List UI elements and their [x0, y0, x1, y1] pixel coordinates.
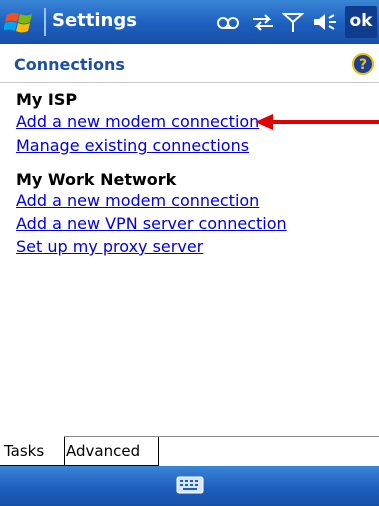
title-bar: Settings ok: [0, 0, 379, 44]
voicemail-icon[interactable]: [216, 12, 246, 32]
signal-icon[interactable]: [282, 12, 304, 32]
group-heading-my-work-network: My Work Network: [16, 170, 177, 189]
link-add-modem-connection-work[interactable]: Add a new modem connection: [16, 191, 259, 210]
link-add-modem-connection-isp[interactable]: Add a new modem connection: [16, 112, 259, 131]
link-manage-existing-connections[interactable]: Manage existing connections: [16, 136, 249, 155]
help-icon[interactable]: ?: [352, 53, 374, 75]
page-header: Connections ?: [0, 44, 379, 83]
windows-start-icon[interactable]: [4, 6, 38, 38]
connectivity-icon[interactable]: [250, 12, 276, 32]
group-heading-my-isp: My ISP: [16, 90, 78, 109]
svg-text:?: ?: [359, 57, 367, 73]
tab-bar: Tasks Advanced: [0, 436, 379, 467]
page-title: Connections: [14, 55, 125, 74]
tab-advanced[interactable]: Advanced: [62, 437, 159, 466]
link-set-up-proxy-server[interactable]: Set up my proxy server: [16, 237, 203, 256]
title-separator: [44, 8, 46, 36]
ok-button[interactable]: ok: [345, 6, 377, 38]
link-add-vpn-server-connection[interactable]: Add a new VPN server connection: [16, 214, 287, 233]
app-title: Settings: [52, 10, 137, 31]
keyboard-icon[interactable]: [176, 475, 204, 495]
tab-tasks[interactable]: Tasks: [0, 436, 65, 466]
menu-bar: [0, 466, 379, 506]
speaker-icon[interactable]: [312, 12, 340, 32]
red-arrow-annotation: [255, 114, 379, 130]
